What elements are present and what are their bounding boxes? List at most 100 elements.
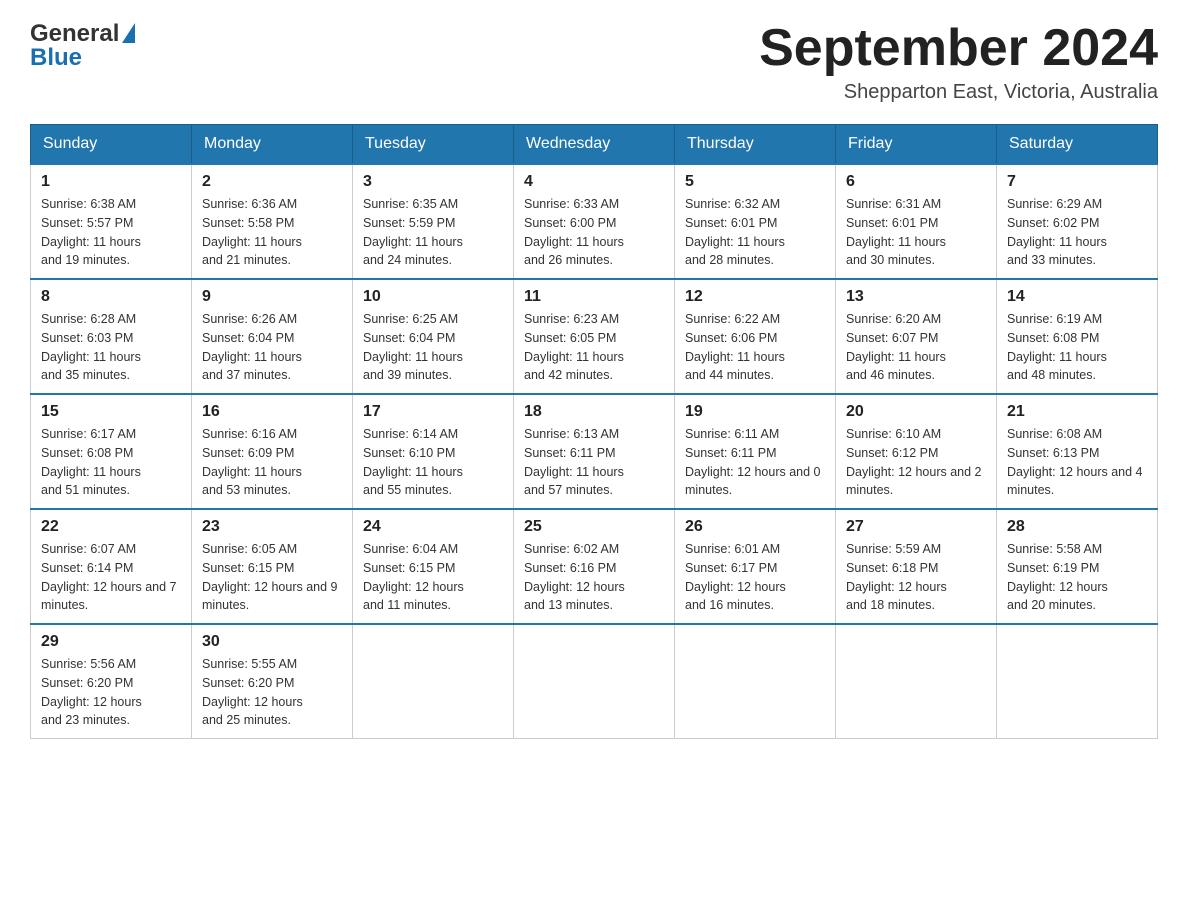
- day-number: 12: [685, 288, 825, 306]
- weekday-header-saturday: Saturday: [997, 125, 1158, 165]
- calendar-cell: 5Sunrise: 6:32 AMSunset: 6:01 PMDaylight…: [675, 164, 836, 279]
- day-number: 3: [363, 173, 503, 191]
- day-info: Sunrise: 6:01 AMSunset: 6:17 PMDaylight:…: [685, 540, 825, 615]
- calendar-cell: 6Sunrise: 6:31 AMSunset: 6:01 PMDaylight…: [836, 164, 997, 279]
- day-info: Sunrise: 6:23 AMSunset: 6:05 PMDaylight:…: [524, 310, 664, 385]
- day-number: 30: [202, 633, 342, 651]
- weekday-header-wednesday: Wednesday: [514, 125, 675, 165]
- day-info: Sunrise: 6:29 AMSunset: 6:02 PMDaylight:…: [1007, 195, 1147, 270]
- logo: General Blue: [30, 20, 135, 72]
- day-info: Sunrise: 6:08 AMSunset: 6:13 PMDaylight:…: [1007, 425, 1147, 500]
- calendar-cell: 15 Sunrise: 6:17 AMSunset: 6:08 PMDayligh…: [31, 394, 192, 509]
- day-info: Sunrise: 6:32 AMSunset: 6:01 PMDaylight:…: [685, 195, 825, 270]
- day-info: Sunrise: 6:26 AMSunset: 6:04 PMDaylight:…: [202, 310, 342, 385]
- page-header: General Blue September 2024 Shepparton E…: [30, 20, 1158, 104]
- day-number: 23: [202, 518, 342, 536]
- calendar-cell: 9 Sunrise: 6:26 AMSunset: 6:04 PMDaylight…: [192, 279, 353, 394]
- calendar-cell: 11 Sunrise: 6:23 AMSunset: 6:05 PMDayligh…: [514, 279, 675, 394]
- day-info: Sunrise: 6:10 AMSunset: 6:12 PMDaylight:…: [846, 425, 986, 500]
- calendar-cell: 26 Sunrise: 6:01 AMSunset: 6:17 PMDayligh…: [675, 509, 836, 624]
- day-info: Sunrise: 6:19 AMSunset: 6:08 PMDaylight:…: [1007, 310, 1147, 385]
- weekday-header-tuesday: Tuesday: [353, 125, 514, 165]
- day-info: Sunrise: 5:59 AMSunset: 6:18 PMDaylight:…: [846, 540, 986, 615]
- calendar-cell: 10Sunrise: 6:25 AMSunset: 6:04 PMDayligh…: [353, 279, 514, 394]
- day-info: Sunrise: 6:17 AMSunset: 6:08 PMDaylight:…: [41, 425, 181, 500]
- calendar-cell: 2 Sunrise: 6:36 AMSunset: 5:58 PMDaylight…: [192, 164, 353, 279]
- day-info: Sunrise: 6:28 AMSunset: 6:03 PMDaylight:…: [41, 310, 181, 385]
- day-info: Sunrise: 6:11 AMSunset: 6:11 PMDaylight:…: [685, 425, 825, 500]
- day-info: Sunrise: 6:14 AMSunset: 6:10 PMDaylight:…: [363, 425, 503, 500]
- week-row-2: 8Sunrise: 6:28 AMSunset: 6:03 PMDaylight…: [31, 279, 1158, 394]
- day-info: Sunrise: 6:07 AMSunset: 6:14 PMDaylight:…: [41, 540, 181, 615]
- calendar-cell: 3 Sunrise: 6:35 AMSunset: 5:59 PMDaylight…: [353, 164, 514, 279]
- calendar-cell: 18 Sunrise: 6:13 AMSunset: 6:11 PMDayligh…: [514, 394, 675, 509]
- calendar-cell: 24Sunrise: 6:04 AMSunset: 6:15 PMDayligh…: [353, 509, 514, 624]
- week-row-5: 29 Sunrise: 5:56 AMSunset: 6:20 PMDayligh…: [31, 624, 1158, 739]
- week-row-1: 1Sunrise: 6:38 AMSunset: 5:57 PMDaylight…: [31, 164, 1158, 279]
- day-info: Sunrise: 6:05 AMSunset: 6:15 PMDaylight:…: [202, 540, 342, 615]
- calendar-cell: 12 Sunrise: 6:22 AMSunset: 6:06 PMDayligh…: [675, 279, 836, 394]
- weekday-header-thursday: Thursday: [675, 125, 836, 165]
- day-number: 25: [524, 518, 664, 536]
- calendar-table: SundayMondayTuesdayWednesdayThursdayFrid…: [30, 124, 1158, 739]
- week-row-3: 15 Sunrise: 6:17 AMSunset: 6:08 PMDayligh…: [31, 394, 1158, 509]
- day-number: 22: [41, 518, 181, 536]
- calendar-cell: 14Sunrise: 6:19 AMSunset: 6:08 PMDayligh…: [997, 279, 1158, 394]
- calendar-cell: [675, 624, 836, 739]
- calendar-cell: 22 Sunrise: 6:07 AMSunset: 6:14 PMDayligh…: [31, 509, 192, 624]
- day-number: 7: [1007, 173, 1147, 191]
- calendar-cell: [514, 624, 675, 739]
- calendar-cell: 28 Sunrise: 5:58 AMSunset: 6:19 PMDayligh…: [997, 509, 1158, 624]
- location-subtitle: Shepparton East, Victoria, Australia: [759, 81, 1158, 104]
- day-info: Sunrise: 6:02 AMSunset: 6:16 PMDaylight:…: [524, 540, 664, 615]
- calendar-cell: [353, 624, 514, 739]
- day-number: 29: [41, 633, 181, 651]
- day-number: 15: [41, 403, 181, 421]
- day-number: 2: [202, 173, 342, 191]
- weekday-header-sunday: Sunday: [31, 125, 192, 165]
- day-number: 6: [846, 173, 986, 191]
- calendar-cell: 16 Sunrise: 6:16 AMSunset: 6:09 PMDayligh…: [192, 394, 353, 509]
- day-info: Sunrise: 6:04 AMSunset: 6:15 PMDaylight:…: [363, 540, 503, 615]
- weekday-header-friday: Friday: [836, 125, 997, 165]
- day-number: 9: [202, 288, 342, 306]
- calendar-cell: 1Sunrise: 6:38 AMSunset: 5:57 PMDaylight…: [31, 164, 192, 279]
- calendar-cell: 27 Sunrise: 5:59 AMSunset: 6:18 PMDayligh…: [836, 509, 997, 624]
- calendar-cell: 4Sunrise: 6:33 AMSunset: 6:00 PMDaylight…: [514, 164, 675, 279]
- title-block: September 2024 Shepparton East, Victoria…: [759, 20, 1158, 104]
- day-number: 28: [1007, 518, 1147, 536]
- day-number: 18: [524, 403, 664, 421]
- calendar-cell: 13Sunrise: 6:20 AMSunset: 6:07 PMDayligh…: [836, 279, 997, 394]
- day-number: 17: [363, 403, 503, 421]
- calendar-cell: 20 Sunrise: 6:10 AMSunset: 6:12 PMDayligh…: [836, 394, 997, 509]
- day-info: Sunrise: 6:36 AMSunset: 5:58 PMDaylight:…: [202, 195, 342, 270]
- day-number: 11: [524, 288, 664, 306]
- day-info: Sunrise: 6:35 AMSunset: 5:59 PMDaylight:…: [363, 195, 503, 270]
- logo-arrow-icon: [122, 23, 135, 43]
- calendar-cell: 30 Sunrise: 5:55 AMSunset: 6:20 PMDayligh…: [192, 624, 353, 739]
- day-number: 20: [846, 403, 986, 421]
- calendar-cell: 8Sunrise: 6:28 AMSunset: 6:03 PMDaylight…: [31, 279, 192, 394]
- day-number: 13: [846, 288, 986, 306]
- calendar-cell: 7 Sunrise: 6:29 AMSunset: 6:02 PMDaylight…: [997, 164, 1158, 279]
- calendar-cell: 17 Sunrise: 6:14 AMSunset: 6:10 PMDayligh…: [353, 394, 514, 509]
- weekday-header-monday: Monday: [192, 125, 353, 165]
- day-info: Sunrise: 5:56 AMSunset: 6:20 PMDaylight:…: [41, 655, 181, 730]
- day-info: Sunrise: 6:22 AMSunset: 6:06 PMDaylight:…: [685, 310, 825, 385]
- calendar-cell: 25 Sunrise: 6:02 AMSunset: 6:16 PMDayligh…: [514, 509, 675, 624]
- day-number: 16: [202, 403, 342, 421]
- weekday-header-row: SundayMondayTuesdayWednesdayThursdayFrid…: [31, 125, 1158, 165]
- day-info: Sunrise: 6:13 AMSunset: 6:11 PMDaylight:…: [524, 425, 664, 500]
- week-row-4: 22 Sunrise: 6:07 AMSunset: 6:14 PMDayligh…: [31, 509, 1158, 624]
- day-number: 26: [685, 518, 825, 536]
- logo-blue-text: Blue: [30, 44, 82, 72]
- day-info: Sunrise: 5:55 AMSunset: 6:20 PMDaylight:…: [202, 655, 342, 730]
- calendar-cell: 29 Sunrise: 5:56 AMSunset: 6:20 PMDayligh…: [31, 624, 192, 739]
- day-number: 19: [685, 403, 825, 421]
- day-number: 21: [1007, 403, 1147, 421]
- day-info: Sunrise: 5:58 AMSunset: 6:19 PMDaylight:…: [1007, 540, 1147, 615]
- day-info: Sunrise: 6:16 AMSunset: 6:09 PMDaylight:…: [202, 425, 342, 500]
- day-info: Sunrise: 6:38 AMSunset: 5:57 PMDaylight:…: [41, 195, 181, 270]
- day-number: 27: [846, 518, 986, 536]
- calendar-cell: [836, 624, 997, 739]
